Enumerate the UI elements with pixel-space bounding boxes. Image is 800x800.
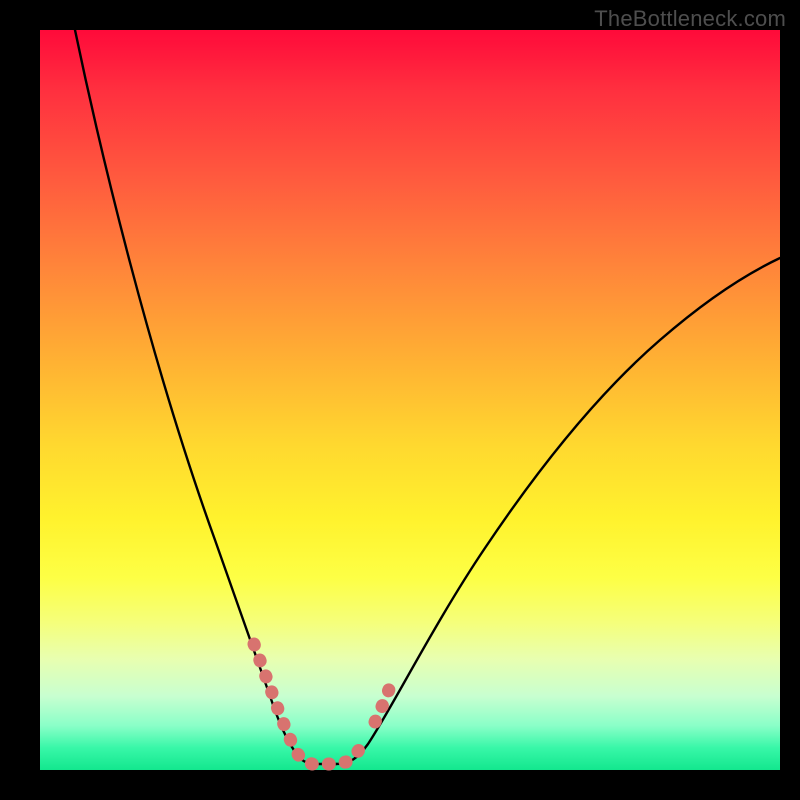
watermark-text: TheBottleneck.com [594,6,786,32]
plot-area [40,30,780,770]
curve-right [336,258,780,764]
curve-left [75,30,336,764]
chart-frame: TheBottleneck.com [0,0,800,800]
curve-svg [40,30,780,770]
highlight-markers [254,644,392,764]
